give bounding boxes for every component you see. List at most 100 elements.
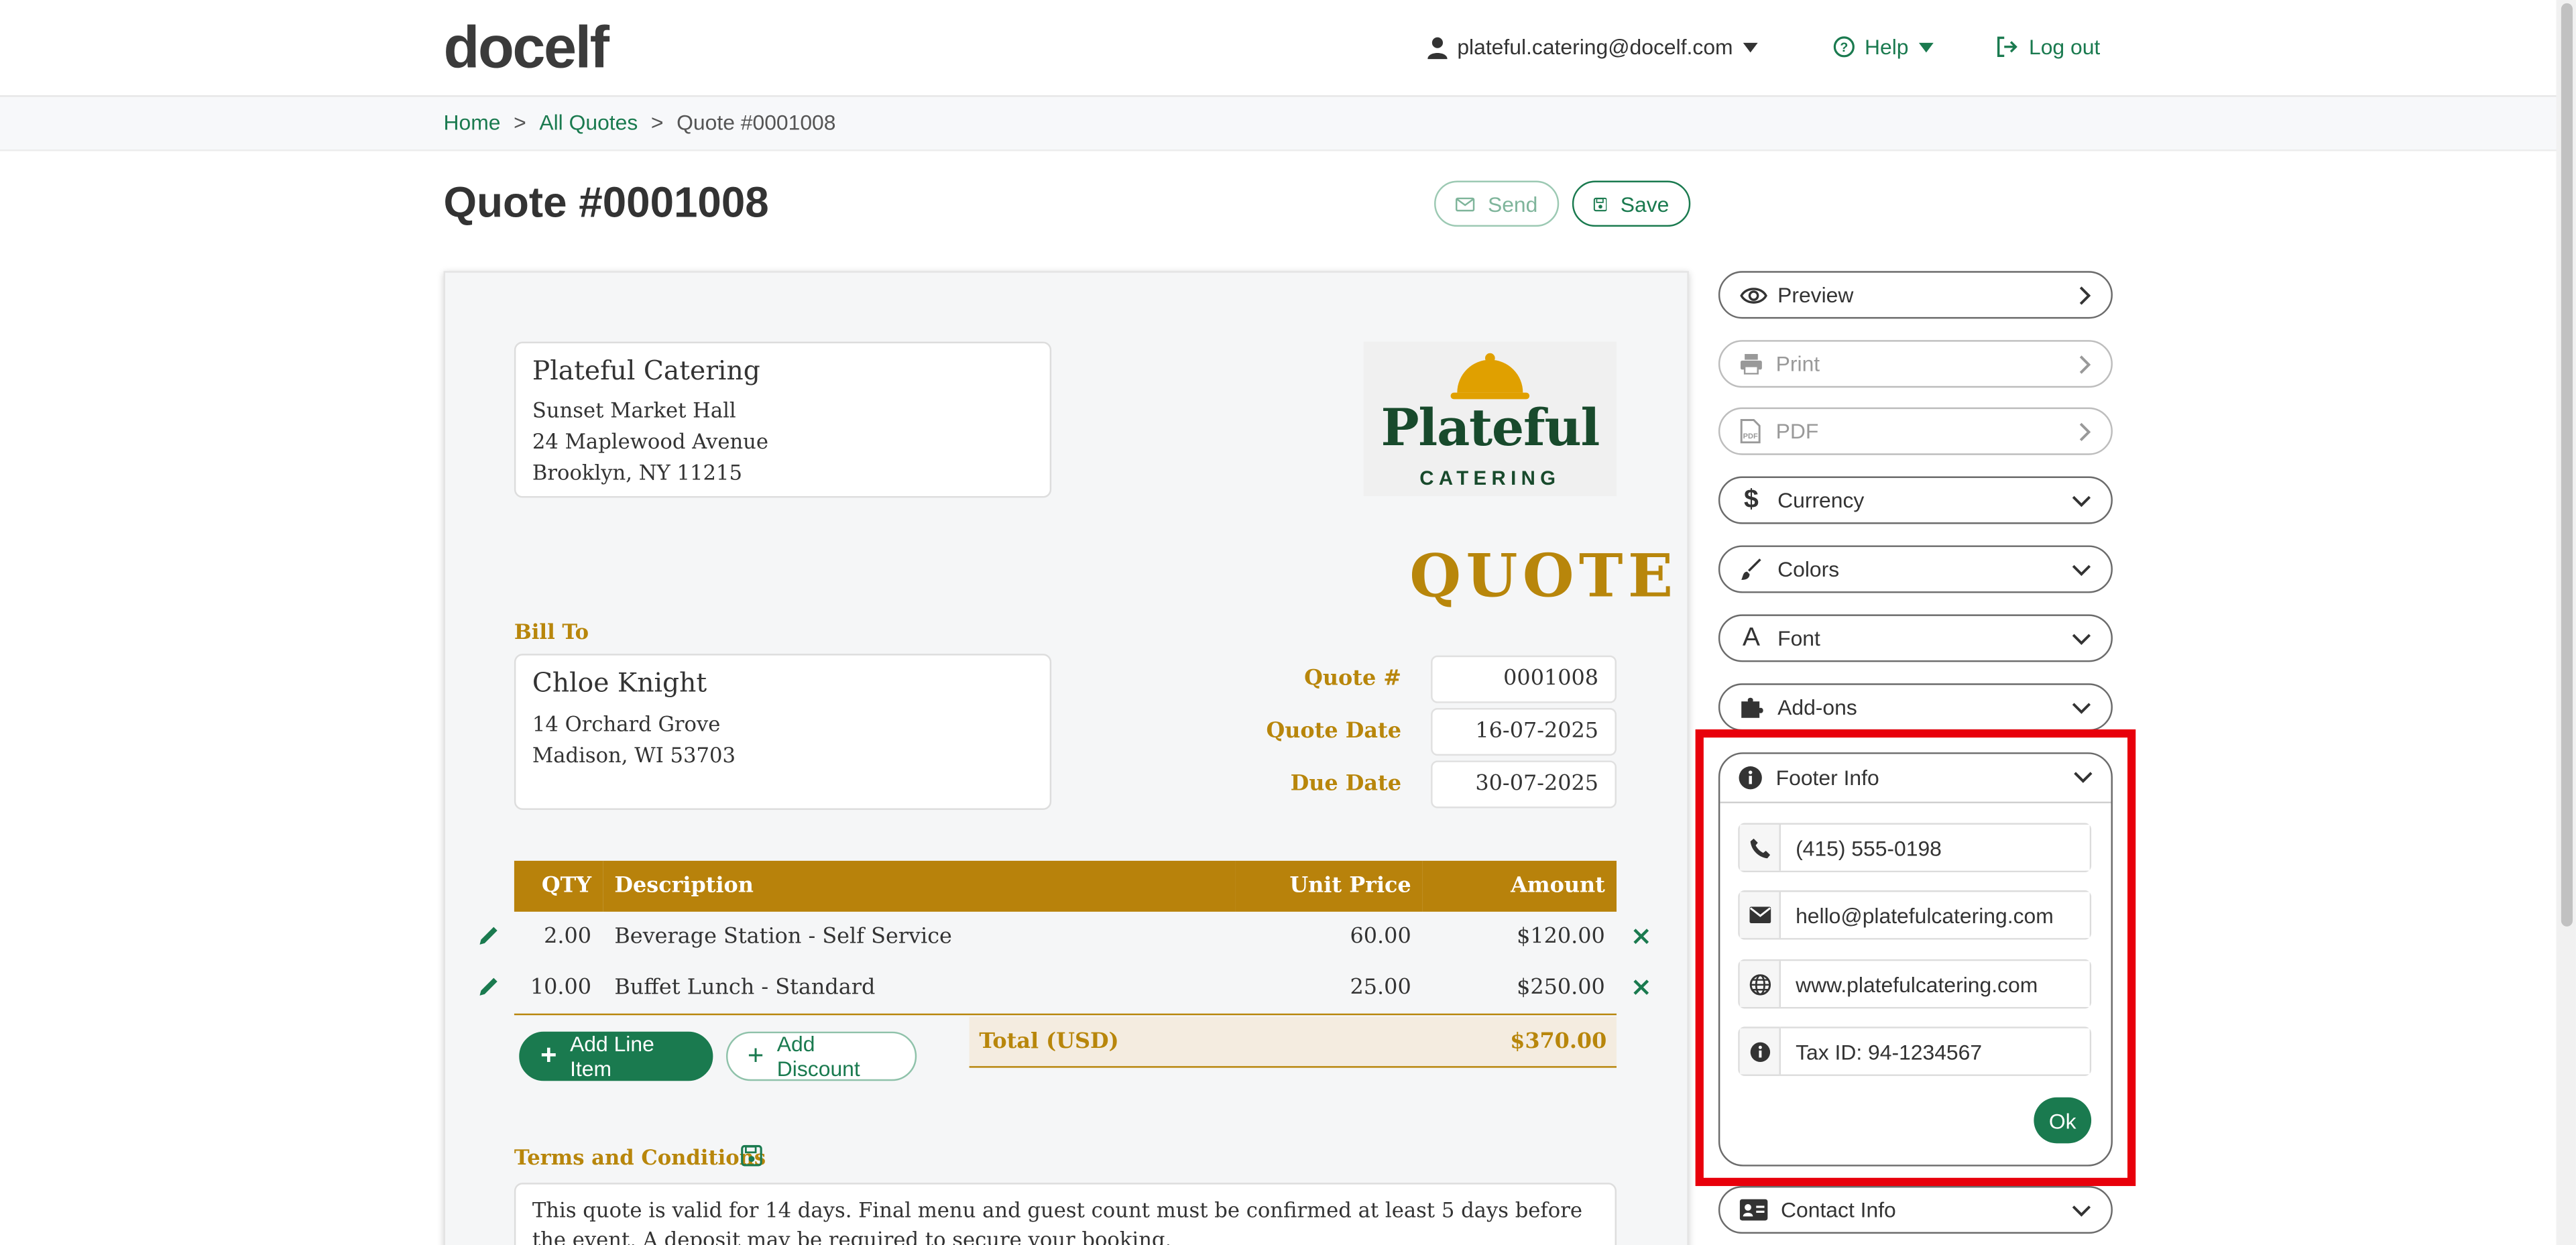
terms-text: This quote is valid for 14 days. Final m… xyxy=(532,1197,1583,1245)
cell-description: Beverage Station - Self Service xyxy=(614,925,952,950)
edit-row-pencil-icon[interactable] xyxy=(478,925,500,946)
addons-button[interactable]: Add-ons xyxy=(1718,683,2113,731)
breadcrumb: Home > All Quotes > Quote #0001008 xyxy=(444,110,836,135)
font-label: Font xyxy=(1777,626,1820,651)
page-title: Quote #0001008 xyxy=(443,177,769,227)
docelf-logo[interactable]: docelf xyxy=(444,13,610,82)
line-items-table: QTY Description Unit Price Amount 2.00 B… xyxy=(514,860,1617,1014)
breadcrumb-separator: > xyxy=(650,110,664,135)
quote-date-label: Quote Date xyxy=(1266,719,1402,744)
plus-icon: + xyxy=(747,1039,764,1071)
footer-tax-id-input[interactable] xyxy=(1738,1026,2092,1076)
contact-info-button[interactable]: Contact Info xyxy=(1718,1186,2113,1234)
svg-text:?: ? xyxy=(1840,40,1848,55)
add-discount-button[interactable]: + Add Discount xyxy=(725,1031,917,1081)
help-menu[interactable]: ? Help xyxy=(1833,34,1934,60)
footer-info-label: Footer Info xyxy=(1775,764,1879,790)
print-label: Print xyxy=(1775,351,1820,377)
quote-number-label: Quote # xyxy=(1304,666,1402,692)
due-date-value: 30-07-2025 xyxy=(1475,772,1599,797)
contact-info-label: Contact Info xyxy=(1781,1197,1896,1222)
currency-button[interactable]: $ Currency xyxy=(1718,476,2113,524)
breadcrumb-all-quotes[interactable]: All Quotes xyxy=(539,110,638,135)
table-row[interactable]: 10.00 Buffet Lunch - Standard 25.00 $250… xyxy=(514,963,1617,1014)
chevron-down-icon xyxy=(2072,564,2091,575)
footer-email-input[interactable] xyxy=(1738,890,2092,940)
add-line-item-label: Add Line Item xyxy=(570,1031,654,1081)
quote-number-field[interactable]: 0001008 xyxy=(1431,655,1617,703)
tax-id-field[interactable] xyxy=(1781,1028,2090,1075)
logo-word-plateful: Plateful xyxy=(1381,399,1600,459)
logout-icon xyxy=(1997,36,2017,58)
puzzle-piece-icon xyxy=(1741,697,1763,718)
panel-divider xyxy=(1720,801,2111,804)
preview-button[interactable]: Preview xyxy=(1718,271,2113,319)
font-button[interactable]: A Font xyxy=(1718,614,2113,662)
cell-qty: 2.00 xyxy=(544,925,592,950)
cell-amount: $120.00 xyxy=(1517,925,1605,950)
top-navbar xyxy=(0,0,2557,97)
colors-label: Colors xyxy=(1777,556,1840,582)
print-button[interactable]: Print xyxy=(1718,340,2113,388)
company-address-line: 24 Maplewood Avenue xyxy=(532,428,769,454)
col-header-qty: QTY xyxy=(514,860,603,912)
add-discount-label: Add Discount xyxy=(776,1031,860,1081)
website-field[interactable] xyxy=(1781,961,2090,1007)
quote-number-value: 0001008 xyxy=(1503,666,1599,692)
footer-phone-input[interactable] xyxy=(1738,823,2092,873)
scrollbar-thumb[interactable] xyxy=(2561,3,2573,927)
chevron-right-icon xyxy=(2079,422,2091,440)
question-circle-icon: ? xyxy=(1833,36,1855,58)
address-card-icon xyxy=(1739,1199,1768,1221)
user-menu[interactable]: plateful.catering@docelf.com xyxy=(1427,34,1758,60)
quote-date-value: 16-07-2025 xyxy=(1475,719,1599,744)
ok-button[interactable]: Ok xyxy=(2034,1097,2092,1144)
floppy-disk-icon xyxy=(1593,196,1608,211)
envelope-icon xyxy=(1455,196,1475,211)
save-button[interactable]: Save xyxy=(1572,180,1691,227)
eye-icon xyxy=(1740,287,1767,303)
save-terms-icon[interactable] xyxy=(741,1144,762,1167)
info-circle-icon xyxy=(1739,765,1762,789)
logout-link[interactable]: Log out xyxy=(1996,34,2100,59)
chevron-down-icon xyxy=(2072,495,2091,506)
currency-label: Currency xyxy=(1777,487,1865,513)
bill-to-label: Bill To xyxy=(514,619,589,644)
footer-website-input[interactable] xyxy=(1738,959,2092,1009)
client-address-box[interactable]: Chloe Knight 14 Orchard Grove Madison, W… xyxy=(514,654,1052,810)
col-header-description: Description xyxy=(603,860,1236,912)
user-email: plateful.catering@docelf.com xyxy=(1457,34,1733,60)
breadcrumb-home[interactable]: Home xyxy=(444,110,501,135)
breadcrumb-separator: > xyxy=(514,110,526,135)
company-address-box[interactable]: Plateful Catering Sunset Market Hall 24 … xyxy=(514,341,1052,498)
footer-info-toggle[interactable]: Footer Info xyxy=(1718,752,2113,802)
table-row[interactable]: 2.00 Beverage Station - Self Service 60.… xyxy=(514,912,1617,963)
phone-field[interactable] xyxy=(1781,825,2090,871)
send-button[interactable]: Send xyxy=(1434,180,1560,227)
chevron-down-icon xyxy=(2072,633,2091,644)
client-name: Chloe Knight xyxy=(532,666,707,699)
edit-row-pencil-icon[interactable] xyxy=(478,975,500,997)
logout-label: Log out xyxy=(2028,34,2101,60)
delete-row-x-icon[interactable] xyxy=(1633,979,1649,996)
help-label: Help xyxy=(1864,34,1909,60)
globe-icon xyxy=(1749,973,1770,995)
add-line-item-button[interactable]: + Add Line Item xyxy=(519,1031,713,1081)
terms-textarea[interactable]: This quote is valid for 14 days. Final m… xyxy=(514,1183,1617,1245)
pdf-file-icon: PDF xyxy=(1740,419,1761,444)
colors-button[interactable]: Colors xyxy=(1718,545,2113,593)
table-header-row: QTY Description Unit Price Amount xyxy=(514,860,1617,912)
company-logo[interactable]: Plateful CATERING xyxy=(1363,341,1617,496)
pdf-button[interactable]: PDF PDF xyxy=(1718,407,2113,455)
due-date-field[interactable]: 30-07-2025 xyxy=(1431,760,1617,809)
plus-icon: + xyxy=(540,1039,557,1071)
cell-amount: $250.00 xyxy=(1517,975,1605,1001)
email-field[interactable] xyxy=(1781,892,2090,939)
delete-row-x-icon[interactable] xyxy=(1633,928,1649,945)
envelope-icon xyxy=(1749,906,1771,924)
cell-unit-price: 25.00 xyxy=(1350,975,1411,1001)
svg-text:PDF: PDF xyxy=(1743,432,1758,440)
total-label: Total (USD) xyxy=(979,1030,1119,1055)
quote-date-field[interactable]: 16-07-2025 xyxy=(1431,708,1617,756)
due-date-label: Due Date xyxy=(1290,772,1402,797)
